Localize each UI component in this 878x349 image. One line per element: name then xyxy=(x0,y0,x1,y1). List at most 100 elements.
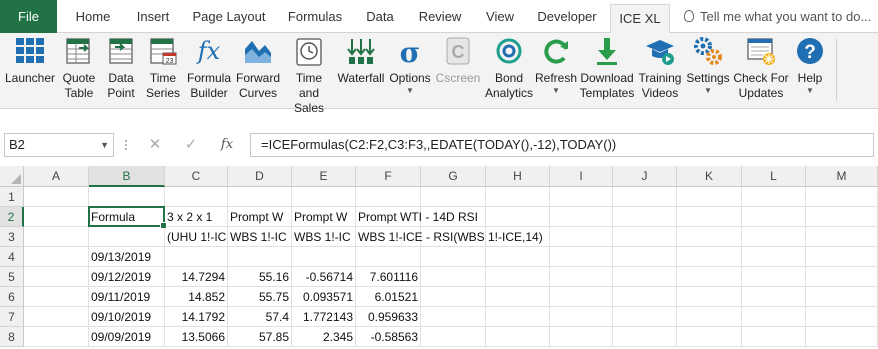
time-series-button[interactable]: 23 Time Series xyxy=(142,35,184,105)
tab-ice-xl[interactable]: ICE XL xyxy=(610,4,670,34)
cell-m5[interactable] xyxy=(806,267,878,287)
cell-h1[interactable] xyxy=(486,187,550,207)
cell-b1[interactable] xyxy=(89,187,165,207)
row-header-6[interactable]: 6 xyxy=(0,287,24,307)
cell-h7[interactable] xyxy=(486,307,550,327)
column-header-l[interactable]: L xyxy=(742,166,806,187)
cell-c5[interactable]: 14.7294 xyxy=(165,267,228,287)
cell-f3[interactable]: WBS 1!-ICE - RSI(WBS 1!-ICE,14) xyxy=(356,227,543,247)
cell-j5[interactable] xyxy=(613,267,677,287)
column-header-i[interactable]: I xyxy=(550,166,613,187)
cell-f4[interactable] xyxy=(356,247,421,267)
download-templates-button[interactable]: Download Templates xyxy=(578,35,636,105)
settings-button[interactable]: Settings ▼ xyxy=(685,35,731,105)
cell-j7[interactable] xyxy=(613,307,677,327)
cell-e7[interactable]: 1.772143 xyxy=(292,307,356,327)
cell-l1[interactable] xyxy=(742,187,806,207)
cell-a4[interactable] xyxy=(24,247,89,267)
cell-d1[interactable] xyxy=(228,187,292,207)
cell-l3[interactable] xyxy=(742,227,806,247)
cell-l4[interactable] xyxy=(742,247,806,267)
cell-h8[interactable] xyxy=(486,327,550,347)
worksheet-grid[interactable]: A B C D E F G H I J K L M 1 2 Formula 3 x 2 x 1 Prompt WP… xyxy=(0,166,878,349)
cell-e8[interactable]: 2.345 xyxy=(292,327,356,347)
cell-m3[interactable] xyxy=(806,227,878,247)
tab-review[interactable]: Review xyxy=(410,0,470,33)
name-box[interactable]: B2 ▼ xyxy=(4,133,114,157)
cell-l2[interactable] xyxy=(742,207,806,227)
bond-analytics-button[interactable]: Bond Analytics xyxy=(484,35,534,105)
cell-i5[interactable] xyxy=(550,267,613,287)
cell-f8[interactable]: -0.58563 xyxy=(356,327,421,347)
tab-data[interactable]: Data xyxy=(358,0,402,33)
forward-curves-button[interactable]: Forward Curves xyxy=(234,35,282,105)
cell-b8[interactable]: 09/09/2019 xyxy=(89,327,165,347)
column-header-h[interactable]: H xyxy=(486,166,550,187)
cell-f5[interactable]: 7.601116 xyxy=(356,267,421,287)
tell-me-search[interactable]: Tell me what you want to do... xyxy=(684,0,871,33)
cell-b2[interactable]: Formula xyxy=(89,207,165,227)
cell-l7[interactable] xyxy=(742,307,806,327)
tab-file[interactable]: File xyxy=(0,0,57,33)
cell-f1[interactable] xyxy=(356,187,421,207)
time-and-sales-button[interactable]: Time and Sales xyxy=(283,35,335,115)
cell-m4[interactable] xyxy=(806,247,878,267)
cell-c1[interactable] xyxy=(165,187,228,207)
row-header-4[interactable]: 4 xyxy=(0,247,24,267)
cell-e1[interactable] xyxy=(292,187,356,207)
cell-d8[interactable]: 57.85 xyxy=(228,327,292,347)
row-header-7[interactable]: 7 xyxy=(0,307,24,327)
cell-b7[interactable]: 09/10/2019 xyxy=(89,307,165,327)
cell-e2[interactable]: Prompt W xyxy=(292,207,356,227)
column-header-d[interactable]: D xyxy=(228,166,292,187)
cell-l5[interactable] xyxy=(742,267,806,287)
cell-c6[interactable]: 14.852 xyxy=(165,287,228,307)
data-point-button[interactable]: Data Point xyxy=(102,35,140,105)
row-header-5[interactable]: 5 xyxy=(0,267,24,287)
tab-developer[interactable]: Developer xyxy=(530,0,604,33)
cell-d3[interactable]: WBS 1!-IC xyxy=(228,227,292,247)
cell-d4[interactable] xyxy=(228,247,292,267)
formula-input[interactable]: =ICEFormulas(C2:F2,C3:F3,,EDATE(TODAY(),… xyxy=(250,133,874,157)
cell-g8[interactable] xyxy=(421,327,486,347)
cell-k3[interactable] xyxy=(677,227,742,247)
cell-a7[interactable] xyxy=(24,307,89,327)
cell-i3[interactable] xyxy=(550,227,613,247)
cell-a1[interactable] xyxy=(24,187,89,207)
row-header-3[interactable]: 3 xyxy=(0,227,24,247)
cell-g7[interactable] xyxy=(421,307,486,327)
row-header-1[interactable]: 1 xyxy=(0,187,24,207)
cell-c7[interactable]: 14.1792 xyxy=(165,307,228,327)
cell-h2[interactable] xyxy=(486,207,550,227)
cell-b4[interactable]: 09/13/2019 xyxy=(89,247,165,267)
launcher-button[interactable]: Launcher xyxy=(2,35,58,105)
cell-i8[interactable] xyxy=(550,327,613,347)
cell-j3[interactable] xyxy=(613,227,677,247)
column-header-e[interactable]: E xyxy=(292,166,356,187)
column-header-m[interactable]: M xyxy=(806,166,878,187)
options-button[interactable]: σ Options ▼ xyxy=(387,35,433,105)
cell-k2[interactable] xyxy=(677,207,742,227)
cell-j6[interactable] xyxy=(613,287,677,307)
cell-h6[interactable] xyxy=(486,287,550,307)
select-all-button[interactable] xyxy=(0,166,24,187)
cell-c4[interactable] xyxy=(165,247,228,267)
cell-a2[interactable] xyxy=(24,207,89,227)
row-header-8[interactable]: 8 xyxy=(0,327,24,347)
cell-b3[interactable] xyxy=(89,227,165,247)
cell-a6[interactable] xyxy=(24,287,89,307)
cell-e6[interactable]: 0.093571 xyxy=(292,287,356,307)
cell-d2[interactable]: Prompt W xyxy=(228,207,292,227)
cell-m6[interactable] xyxy=(806,287,878,307)
cancel-icon[interactable]: ✕ xyxy=(144,133,166,157)
cell-m2[interactable] xyxy=(806,207,878,227)
cell-k5[interactable] xyxy=(677,267,742,287)
cell-j4[interactable] xyxy=(613,247,677,267)
cscreen-button[interactable]: C Cscreen xyxy=(434,35,482,105)
cell-d6[interactable]: 55.75 xyxy=(228,287,292,307)
cell-f2[interactable]: Prompt WTI - 14D RSI xyxy=(356,207,478,227)
cell-g5[interactable] xyxy=(421,267,486,287)
cell-m1[interactable] xyxy=(806,187,878,207)
cell-e3[interactable]: WBS 1!-IC xyxy=(292,227,356,247)
cell-m8[interactable] xyxy=(806,327,878,347)
